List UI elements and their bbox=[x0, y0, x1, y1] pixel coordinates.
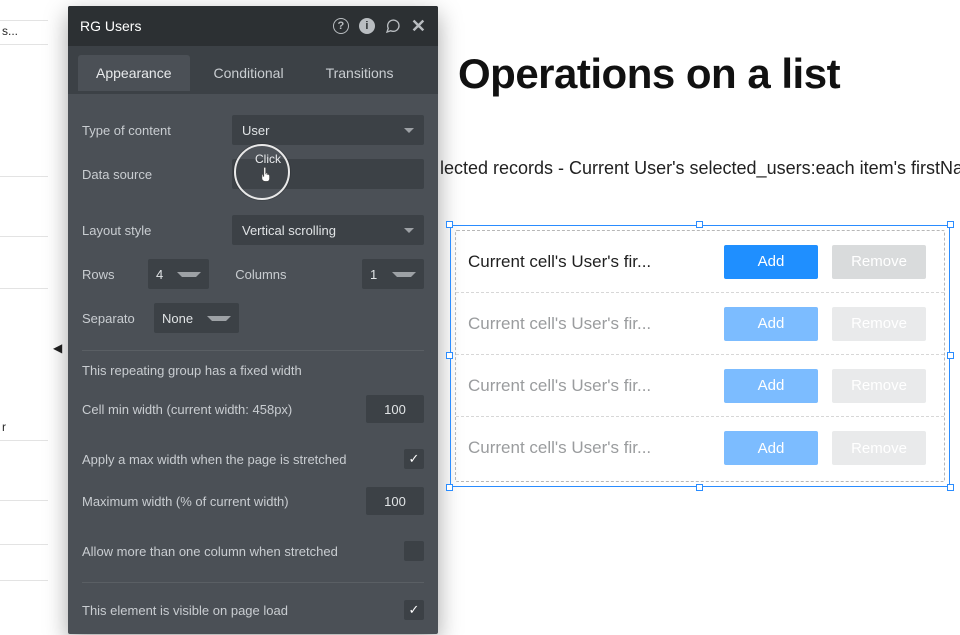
label-apply-max-width: Apply a max width when the page is stret… bbox=[82, 452, 404, 467]
input-max-width-value[interactable] bbox=[366, 494, 424, 509]
info-icon[interactable]: i bbox=[359, 18, 375, 34]
add-button[interactable]: Add bbox=[724, 369, 818, 403]
select-columns-value: 1 bbox=[370, 267, 391, 282]
rail-item[interactable]: s... bbox=[2, 24, 18, 38]
page-subtitle: lected records - Current User's selected… bbox=[440, 158, 960, 179]
checkbox-allow-more-columns[interactable] bbox=[404, 541, 424, 561]
chevron-down-icon bbox=[177, 272, 201, 277]
tab-appearance[interactable]: Appearance bbox=[78, 55, 190, 91]
label-allow-more-columns: Allow more than one column when stretche… bbox=[82, 544, 404, 559]
help-icon[interactable]: ? bbox=[333, 18, 349, 34]
repeating-group[interactable]: Current cell's User's fir...AddRemoveCur… bbox=[450, 225, 950, 487]
checkbox-visible-on-load[interactable] bbox=[404, 600, 424, 620]
label-cell-min-width: Cell min width (current width: 458px) bbox=[82, 402, 366, 417]
tab-conditional[interactable]: Conditional bbox=[196, 55, 302, 91]
chevron-down-icon bbox=[404, 128, 414, 133]
inspector-panel: RG Users ? i ✕ Appearance Conditional Tr… bbox=[68, 6, 438, 634]
tabbar: Appearance Conditional Transitions bbox=[68, 46, 438, 94]
label-type-of-content: Type of content bbox=[82, 123, 222, 138]
cell-text: Current cell's User's fir... bbox=[468, 314, 710, 334]
remove-button[interactable]: Remove bbox=[832, 369, 926, 403]
label-layout-style: Layout style bbox=[82, 223, 222, 238]
add-button[interactable]: Add bbox=[724, 245, 818, 279]
comment-icon[interactable] bbox=[385, 18, 401, 34]
left-rail: s... r bbox=[0, 0, 68, 635]
select-layout-style-value: Vertical scrolling bbox=[242, 223, 336, 238]
cell-text: Current cell's User's fir... bbox=[468, 252, 710, 272]
select-separator[interactable]: None bbox=[154, 303, 239, 333]
cell-text: Current cell's User's fir... bbox=[468, 438, 710, 458]
chevron-down-icon bbox=[392, 272, 416, 277]
select-rows-value: 4 bbox=[156, 267, 177, 282]
select-type-of-content[interactable]: User bbox=[232, 115, 424, 145]
select-separator-value: None bbox=[162, 311, 207, 326]
label-max-width: Maximum width (% of current width) bbox=[82, 494, 366, 509]
inspector-title: RG Users bbox=[80, 18, 141, 34]
inspector-header[interactable]: RG Users ? i ✕ bbox=[68, 6, 438, 46]
tab-transitions[interactable]: Transitions bbox=[308, 55, 412, 91]
remove-button[interactable]: Remove bbox=[832, 431, 926, 465]
remove-button[interactable]: Remove bbox=[832, 245, 926, 279]
rail-item[interactable]: r bbox=[2, 420, 6, 434]
input-max-width[interactable] bbox=[366, 487, 424, 515]
checkbox-apply-max-width[interactable] bbox=[404, 449, 424, 469]
close-icon[interactable]: ✕ bbox=[411, 16, 426, 37]
select-type-of-content-value: User bbox=[242, 123, 269, 138]
label-rows: Rows bbox=[82, 267, 138, 282]
select-layout-style[interactable]: Vertical scrolling bbox=[232, 215, 424, 245]
collapse-arrow-icon[interactable]: ◀ bbox=[53, 341, 62, 355]
add-button[interactable]: Add bbox=[724, 307, 818, 341]
chevron-down-icon bbox=[404, 228, 414, 233]
cell-text: Current cell's User's fir... bbox=[468, 376, 710, 396]
input-cell-min-width[interactable] bbox=[366, 395, 424, 423]
select-rows[interactable]: 4 bbox=[148, 259, 209, 289]
remove-button[interactable]: Remove bbox=[832, 307, 926, 341]
input-cell-min-width-value[interactable] bbox=[366, 402, 424, 417]
table-row[interactable]: Current cell's User's fir... Add Remove bbox=[456, 293, 944, 355]
label-data-source: Data source bbox=[82, 167, 222, 182]
label-visible-on-load: This element is visible on page load bbox=[82, 603, 404, 618]
page-title: Operations on a list bbox=[458, 50, 960, 98]
label-separator: Separato bbox=[82, 311, 144, 326]
chevron-down-icon bbox=[207, 316, 231, 321]
table-row[interactable]: Current cell's User's fir... Add Remove bbox=[456, 417, 944, 479]
add-button[interactable]: Add bbox=[724, 431, 818, 465]
input-data-source[interactable] bbox=[232, 159, 424, 189]
table-row[interactable]: Current cell's User's fir... Add Remove bbox=[456, 355, 944, 417]
label-fixed-width: This repeating group has a fixed width bbox=[82, 357, 424, 388]
table-row[interactable]: Current cell's User's fir... Add Remove bbox=[456, 231, 944, 293]
select-columns[interactable]: 1 bbox=[362, 259, 424, 289]
label-columns: Columns bbox=[235, 267, 286, 282]
